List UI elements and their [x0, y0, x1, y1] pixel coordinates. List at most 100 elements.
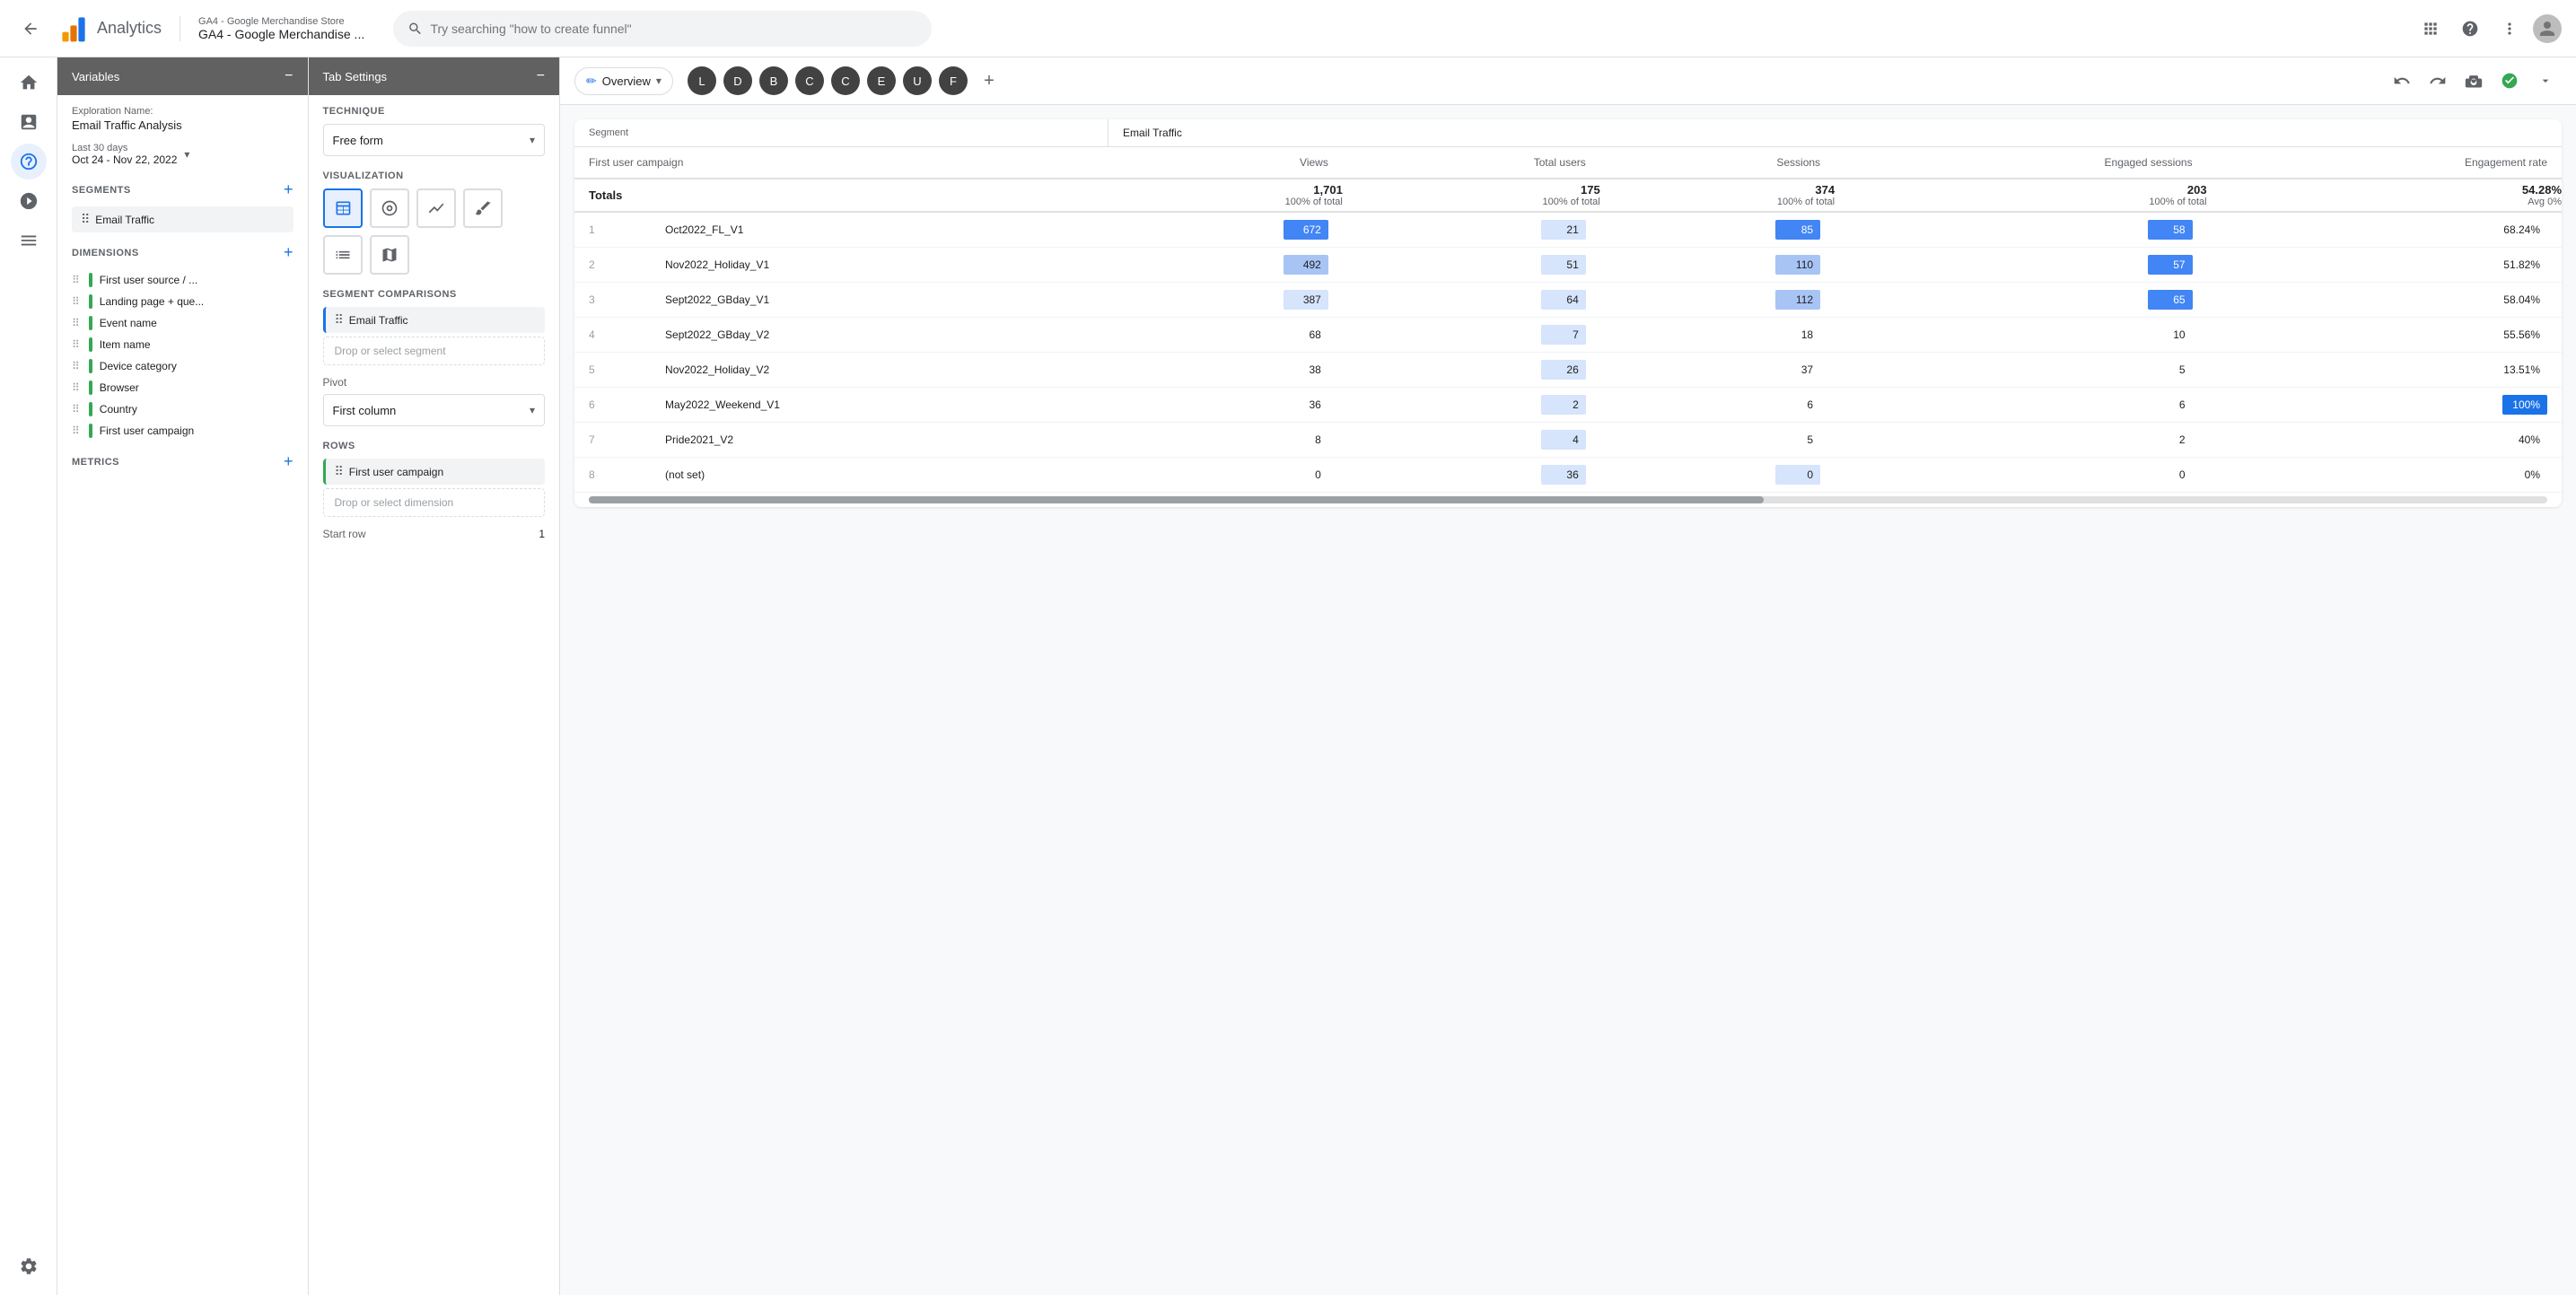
total-users-col-header[interactable]: Total users	[1343, 147, 1600, 179]
viz-scatter-button[interactable]	[463, 188, 503, 228]
segment-chip-email-traffic[interactable]: ⠿ Email Traffic	[72, 206, 294, 232]
nav-configure[interactable]	[11, 223, 47, 258]
date-range-label: Last 30 days	[72, 143, 177, 153]
exploration-name-value[interactable]: Email Traffic Analysis	[72, 118, 294, 132]
row-rate-1: 51.82%	[2207, 248, 2562, 283]
scroll-thumb[interactable]	[589, 496, 1764, 503]
dim-label-5: Browser	[100, 381, 139, 394]
search-input[interactable]	[430, 22, 917, 36]
row-engaged-3: 10	[1835, 318, 2207, 353]
start-row-label: Start row	[323, 528, 366, 540]
dimension-item-6[interactable]: ⠿ Country	[72, 398, 294, 420]
publish-button[interactable]	[2493, 65, 2526, 97]
variables-panel-header: Variables −	[57, 57, 308, 95]
nav-reports[interactable]	[11, 104, 47, 140]
account-name: GA4 - Google Merchandise ...	[198, 27, 364, 41]
row-users-0: 21	[1343, 212, 1600, 248]
undo-button[interactable]	[2386, 65, 2418, 97]
dimension-item-7[interactable]: ⠿ First user campaign	[72, 420, 294, 442]
nav-explore[interactable]	[11, 144, 47, 179]
dim-dot-2	[89, 316, 92, 330]
totals-users-cell: 175 100% of total	[1343, 179, 1600, 212]
segment-comparisons-section: SEGMENT COMPARISONS ⠿ Email Traffic Drop…	[323, 289, 546, 365]
user-avatar[interactable]	[2533, 14, 2562, 43]
back-button[interactable]	[14, 13, 47, 45]
technique-select[interactable]: Free form ▾	[323, 124, 546, 156]
add-dimension-button[interactable]: +	[284, 243, 294, 262]
table-row[interactable]: 1 Oct2022_FL_V1 672 21 85 58 68.24%	[574, 212, 2562, 248]
row-engaged-1: 57	[1835, 248, 2207, 283]
table-row[interactable]: 5 Nov2022_Holiday_V2 38 26 37 5 13.51%	[574, 353, 2562, 388]
dimension-item-4[interactable]: ⠿ Device category	[72, 355, 294, 377]
viz-table-button[interactable]	[323, 188, 363, 228]
help-button[interactable]	[2454, 13, 2486, 45]
add-metric-button[interactable]: +	[284, 452, 294, 471]
table-body: 1 Oct2022_FL_V1 672 21 85 58 68.24% 2 No…	[574, 212, 2562, 493]
nav-advertising[interactable]	[11, 183, 47, 219]
table-row[interactable]: 8 (not set) 0 36 0 0 0%	[574, 458, 2562, 493]
dimensions-title: DIMENSIONS	[72, 248, 139, 258]
sessions-col-header[interactable]: Sessions	[1600, 147, 1835, 179]
start-row-value[interactable]: 1	[539, 528, 545, 540]
row-views-7: 0	[1108, 458, 1343, 493]
pivot-section: Pivot First column ▾	[323, 376, 546, 426]
nav-settings[interactable]	[11, 1248, 47, 1284]
viz-map-button[interactable]	[370, 235, 409, 275]
dim-dot-0	[89, 273, 92, 287]
row-campaign-0: Oct2022_FL_V1	[651, 212, 1108, 248]
row-engaged-5: 6	[1835, 388, 2207, 423]
user-bubble-E[interactable]: E	[867, 66, 896, 95]
dimension-item-1[interactable]: ⠿ Landing page + que...	[72, 291, 294, 312]
views-col-header[interactable]: Views	[1108, 147, 1343, 179]
row-num-6: 7	[574, 423, 651, 458]
redo-button[interactable]	[2422, 65, 2454, 97]
totals-engaged: 203	[2187, 183, 2207, 197]
variables-minimize-icon[interactable]: −	[285, 68, 293, 84]
dimension-item-0[interactable]: ⠿ First user source / ...	[72, 269, 294, 291]
viz-bar-button[interactable]	[323, 235, 363, 275]
dim-dot-7	[89, 424, 92, 438]
user-bubble-L[interactable]: L	[688, 66, 716, 95]
seg-comp-item-0[interactable]: ⠿ Email Traffic	[323, 307, 546, 333]
dimension-item-5[interactable]: ⠿ Browser	[72, 377, 294, 398]
table-row[interactable]: 6 May2022_Weekend_V1 36 2 6 6 100%	[574, 388, 2562, 423]
table-row[interactable]: 7 Pride2021_V2 8 4 5 2 40%	[574, 423, 2562, 458]
dim-dot-1	[89, 294, 92, 309]
user-bubble-C2[interactable]: C	[831, 66, 860, 95]
row-item-0[interactable]: ⠿ First user campaign	[323, 459, 546, 485]
viz-line-button[interactable]	[416, 188, 456, 228]
more-options-button[interactable]	[2493, 13, 2526, 45]
nav-home[interactable]	[11, 65, 47, 101]
table-row[interactable]: 4 Sept2022_GBday_V2 68 7 18 10 55.56%	[574, 318, 2562, 353]
date-range-selector[interactable]: Last 30 days Oct 24 - Nov 22, 2022 ▾	[72, 143, 294, 166]
exploration-header: ✏ Overview ▾ L D B C C E U F +	[560, 57, 2576, 105]
viz-donut-button[interactable]	[370, 188, 409, 228]
engaged-sessions-col-header[interactable]: Engaged sessions	[1835, 147, 2207, 179]
engagement-rate-col-header[interactable]: Engagement rate	[2207, 147, 2562, 179]
drop-dimension-zone[interactable]: Drop or select dimension	[323, 488, 546, 517]
user-bubble-U[interactable]: U	[903, 66, 932, 95]
drop-segment-zone[interactable]: Drop or select segment	[323, 337, 546, 365]
row-engaged-0: 58	[1835, 212, 2207, 248]
add-tab-button[interactable]: +	[975, 66, 1003, 95]
user-bubble-F[interactable]: F	[939, 66, 968, 95]
tab-settings-minimize-icon[interactable]: −	[537, 68, 545, 84]
horizontal-scrollbar[interactable]	[574, 493, 2562, 507]
search-bar[interactable]	[393, 11, 932, 47]
table-row[interactable]: 2 Nov2022_Holiday_V1 492 51 110 57 51.82…	[574, 248, 2562, 283]
pivot-select[interactable]: First column ▾	[323, 394, 546, 426]
user-bubble-C1[interactable]: C	[795, 66, 824, 95]
overview-tab[interactable]: ✏ Overview ▾	[574, 67, 673, 95]
user-bubble-B[interactable]: B	[759, 66, 788, 95]
table-row[interactable]: 3 Sept2022_GBday_V1 387 64 112 65 58.04%	[574, 283, 2562, 318]
seg-comp-label-text-0: Email Traffic	[349, 314, 408, 327]
user-bubble-D[interactable]: D	[723, 66, 752, 95]
dimension-item-3[interactable]: ⠿ Item name	[72, 334, 294, 355]
more-tab-options[interactable]	[2529, 65, 2562, 97]
add-segment-button[interactable]: +	[284, 180, 294, 199]
dimension-col-header[interactable]: First user campaign	[574, 147, 1108, 179]
dimension-item-2[interactable]: ⠿ Event name	[72, 312, 294, 334]
row-num-2: 3	[574, 283, 651, 318]
apps-button[interactable]	[2414, 13, 2447, 45]
share-button[interactable]	[2458, 65, 2490, 97]
